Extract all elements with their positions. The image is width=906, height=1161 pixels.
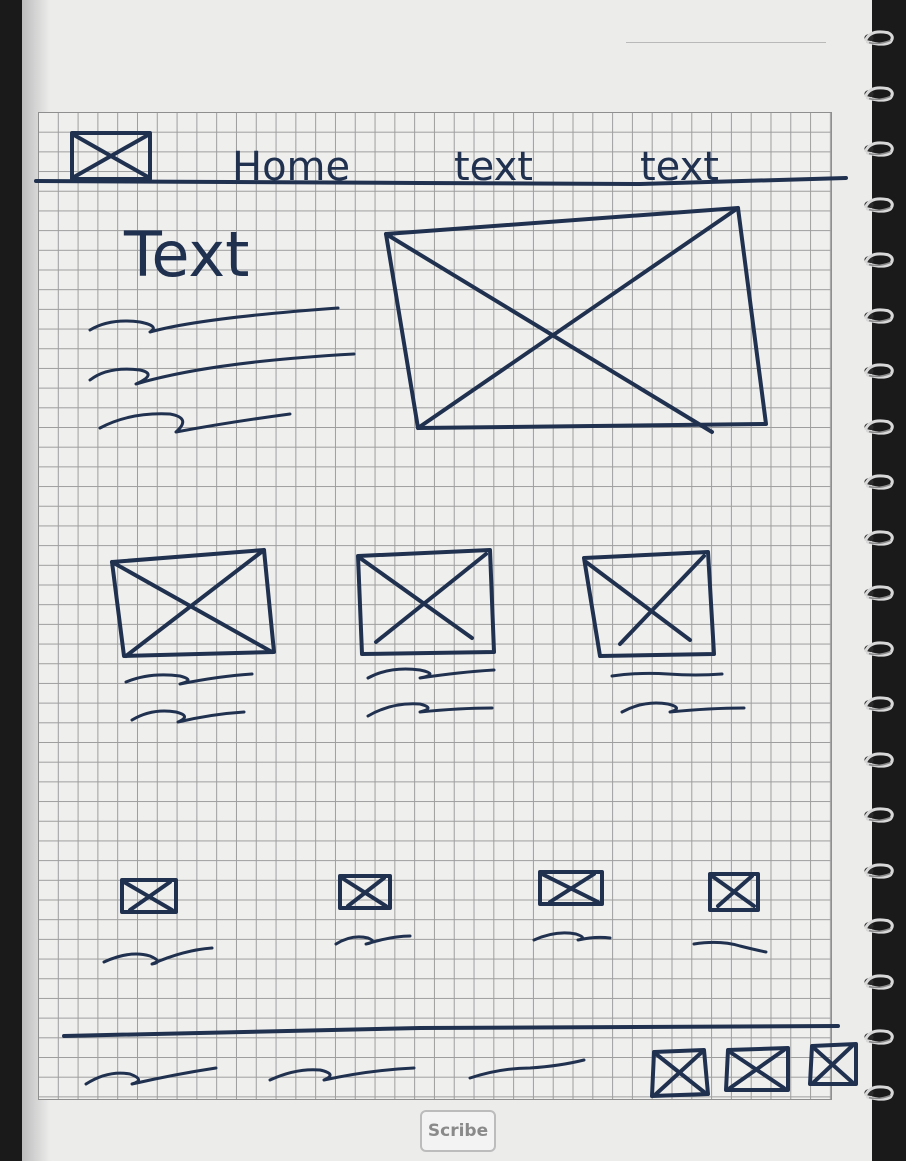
card-image-placeholder-3 [582,550,716,658]
hero-image-placeholder [384,206,768,434]
spiral-ring [864,862,894,879]
spiral-ring [864,85,894,102]
item-icon-placeholder-1 [120,878,178,914]
footer-social-icon-3[interactable] [808,1042,858,1086]
spiral-ring [864,1084,894,1101]
wireframe-sketch: Home text text Text [34,131,858,1098]
spiral-ring [864,474,894,490]
item-text-line-1 [102,946,214,966]
item-text-line-4 [692,940,768,954]
spiral-ring [864,973,894,990]
card-image-placeholder-1 [110,548,276,658]
card-text-lines-3 [610,671,746,714]
spiral-ring [864,807,894,823]
footer-social-icon-1[interactable] [650,1048,710,1098]
footer-divider-line [62,1024,840,1038]
spiral-ring [864,918,894,934]
spiral-ring [864,529,894,546]
item-icon-placeholder-4 [708,872,760,912]
spiral-ring [864,30,894,46]
scribe-logo: Scribe [420,1110,496,1152]
hero-heading: Text [123,218,249,291]
spiral-ring [864,640,894,657]
spiral-ring [864,585,894,601]
nav-divider-line [34,176,848,186]
spiral-ring [864,363,894,379]
card-text-lines-2 [366,667,496,718]
spiral-ring [864,418,894,435]
spiral-ring [864,252,894,268]
spiral-ring [864,751,894,768]
spiral-ring [864,141,894,157]
spiral-ring [864,696,894,712]
item-text-line-2 [334,934,412,946]
nav-logo-placeholder [70,131,152,181]
spiral-ring [864,307,894,324]
spiral-ring [864,1029,894,1045]
card-text-lines-1 [124,672,254,724]
card-image-placeholder-2 [356,548,496,656]
item-icon-placeholder-2 [338,874,392,910]
item-text-line-3 [532,931,612,942]
spiral-ring [864,196,894,213]
footer-social-icon-2[interactable] [724,1046,790,1092]
hero-text-lines [88,306,356,434]
item-icon-placeholder-3 [538,870,604,906]
footer-text-lines [84,1058,586,1086]
